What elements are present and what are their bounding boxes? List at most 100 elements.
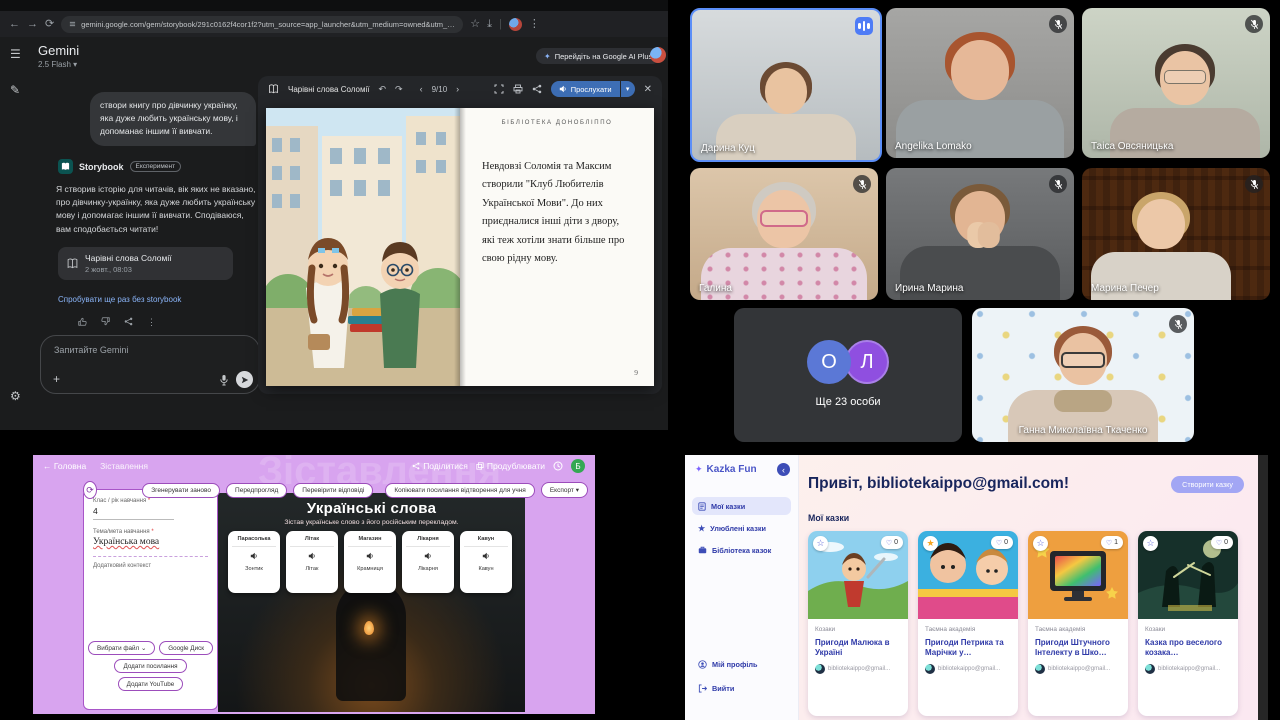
prompt-input[interactable]: Запитайте Gemini + — [40, 335, 260, 394]
print-icon[interactable] — [513, 84, 523, 94]
class-input[interactable]: 4 — [93, 504, 174, 520]
history-clock-icon[interactable] — [553, 461, 563, 471]
preview-button[interactable]: Передпрогляд — [226, 483, 287, 498]
duplicate-button[interactable]: Продублювати — [476, 461, 545, 471]
topic-input[interactable]: Українська мова — [93, 535, 208, 550]
copy-student-link-button[interactable]: Копіювати посилання відтворення для учня — [385, 483, 535, 498]
word-card[interactable]: Парасолька Зонтик — [228, 531, 280, 593]
address-bar[interactable]: gemini.google.com/gem/storybook/291c0162… — [61, 16, 463, 33]
create-tale-button[interactable]: Створити казку — [1171, 476, 1244, 493]
add-attachment-icon[interactable]: + — [53, 372, 60, 386]
star-badge-icon[interactable]: ☆ — [1143, 536, 1158, 551]
sidebar-collapse-button[interactable]: ‹ — [777, 463, 790, 476]
audio-speaking-icon — [855, 17, 873, 35]
storybook-result-card[interactable]: Чарівні слова Соломії 2 жовт., 08:03 — [58, 247, 233, 280]
user-avatar[interactable]: Б — [571, 459, 585, 473]
participant-tile[interactable]: Таіса Овсяницька — [1082, 8, 1270, 158]
audio-icon[interactable] — [366, 552, 374, 560]
tale-card[interactable]: ☆ ♡0 Козаки Казка про веселого козака… b… — [1138, 531, 1238, 716]
audio-icon[interactable] — [250, 552, 258, 560]
participant-tile[interactable]: Ирина Марина — [886, 168, 1074, 300]
share-button[interactable]: Поділитися — [412, 461, 468, 471]
back-icon[interactable]: ← — [9, 19, 20, 30]
scrollbar[interactable] — [1258, 455, 1268, 720]
send-icon[interactable] — [236, 371, 253, 388]
add-link-button[interactable]: Додати посилання — [114, 659, 186, 673]
thumbs-up-icon[interactable] — [78, 317, 87, 326]
regenerate-icon-button[interactable]: ⟳ — [83, 481, 97, 499]
back-button[interactable]: ← Головна — [43, 461, 86, 471]
tale-title[interactable]: Пригоди Штучного Інтелекту в Шко… — [1035, 638, 1121, 659]
redo-icon[interactable]: ↷ — [395, 84, 403, 95]
participant-tile[interactable]: Галина — [690, 168, 878, 300]
tale-title[interactable]: Казка про веселого козака… — [1145, 638, 1231, 659]
main-menu-icon[interactable]: ☰ — [10, 47, 21, 61]
word-card[interactable]: Кавун Кавун — [460, 531, 512, 593]
audio-icon[interactable] — [482, 552, 490, 560]
activity-title: Зіставлення — [100, 461, 148, 471]
overflow-participants-tile[interactable]: О Л Ще 23 особи — [734, 308, 962, 442]
likes-badge[interactable]: ♡0 — [1211, 536, 1233, 549]
account-avatar[interactable] — [650, 47, 666, 63]
fullscreen-icon[interactable] — [494, 84, 504, 94]
new-chat-icon[interactable]: ✎ — [10, 83, 20, 97]
likes-badge[interactable]: ♡0 — [991, 536, 1013, 549]
word-card[interactable]: Магазин Крамниця — [344, 531, 396, 593]
listen-button[interactable]: Прослухати — [551, 81, 620, 97]
check-answers-button[interactable]: Перевірити відповіді — [293, 483, 373, 498]
word-card[interactable]: Літак Літак — [286, 531, 338, 593]
context-input[interactable] — [93, 569, 208, 641]
listen-dropdown[interactable]: ▾ — [621, 81, 635, 97]
browser-menu-icon[interactable]: ⋮ — [529, 19, 540, 30]
tale-card[interactable]: ☆ ♡0 Козаки Пригоди Малюка в Україні bib… — [808, 531, 908, 716]
upgrade-button[interactable]: ✦ Перейдіть на Google AI Plus — [536, 48, 660, 64]
undo-icon[interactable]: ↶ — [378, 84, 386, 95]
settings-icon[interactable]: ⚙ — [10, 389, 21, 403]
export-button[interactable]: Експорт ▾ — [541, 482, 588, 498]
star-badge-icon[interactable]: ☆ — [813, 536, 828, 551]
regenerate-button[interactable]: Згенерувати заново — [142, 483, 220, 498]
close-icon[interactable]: ✕ — [644, 84, 652, 95]
sidebar-item-favorite-tales[interactable]: ★ Улюблені казки — [692, 519, 791, 537]
sidebar-item-my-tales[interactable]: Мої казки — [692, 497, 791, 515]
bookmark-star-icon[interactable]: ☆ — [470, 19, 480, 30]
retry-without-storybook-link[interactable]: Спробувати ще раз без storybook — [58, 295, 181, 304]
participant-tile[interactable]: Angelika Lomako — [886, 8, 1074, 158]
likes-badge[interactable]: ♡0 — [881, 536, 903, 549]
google-drive-button[interactable]: Google Диск — [159, 641, 213, 655]
likes-badge[interactable]: ♡1 — [1101, 536, 1123, 549]
tale-title[interactable]: Пригоди Петрика та Марічки у… — [925, 638, 1011, 659]
audio-icon[interactable] — [424, 552, 432, 560]
book-spine — [454, 108, 466, 386]
sidebar-item-tale-library[interactable]: Бібліотека казок — [692, 541, 791, 559]
download-icon[interactable]: ⤓ — [487, 19, 492, 30]
sidebar-item-logout[interactable]: Вийти — [692, 679, 791, 697]
participant-tile[interactable]: Дарина Куц — [690, 8, 882, 162]
tale-card[interactable]: ★ ♡0 Таємна академія Пригоди Петрика та … — [918, 531, 1018, 716]
tale-card[interactable]: ☆ ♡1 Таємна академія Пригоди Штучного Ін… — [1028, 531, 1128, 716]
share-icon[interactable] — [124, 317, 133, 326]
next-page-icon[interactable]: › — [456, 84, 459, 94]
sidebar-item-profile[interactable]: Мій профіль — [692, 655, 791, 673]
tale-title[interactable]: Пригоди Малюка в Україні — [815, 638, 901, 659]
word-card[interactable]: Лікарня Лікарня — [402, 531, 454, 593]
kazka-sidebar: ✦ Kazka Fun ‹ Мої казки ★ Улюблені казки… — [685, 455, 799, 720]
participant-name: Angelika Lomako — [895, 141, 972, 152]
more-options-icon[interactable]: ⋮ — [147, 317, 156, 328]
reload-icon[interactable]: ⟳ — [45, 19, 54, 30]
share-icon[interactable] — [532, 84, 542, 94]
browser-profile-avatar[interactable] — [509, 18, 522, 31]
thumbs-down-icon[interactable] — [101, 317, 110, 326]
model-selector[interactable]: 2.5 Flash ▾ — [38, 60, 77, 69]
add-youtube-button[interactable]: Додати YouTube — [118, 677, 184, 691]
prev-page-icon[interactable]: ‹ — [420, 84, 423, 94]
choose-file-button[interactable]: Вибрати файл ⌄ — [88, 641, 155, 655]
mic-icon[interactable] — [219, 374, 229, 386]
audio-icon[interactable] — [308, 552, 316, 560]
heart-icon: ♡ — [1216, 539, 1222, 547]
participant-tile[interactable]: Марина Печер — [1082, 168, 1270, 300]
star-badge-icon[interactable]: ★ — [923, 536, 938, 551]
participant-tile[interactable]: Ганна Миколаївна Ткаченко — [972, 308, 1194, 442]
forward-icon[interactable]: → — [27, 19, 38, 30]
star-badge-icon[interactable]: ☆ — [1033, 536, 1048, 551]
